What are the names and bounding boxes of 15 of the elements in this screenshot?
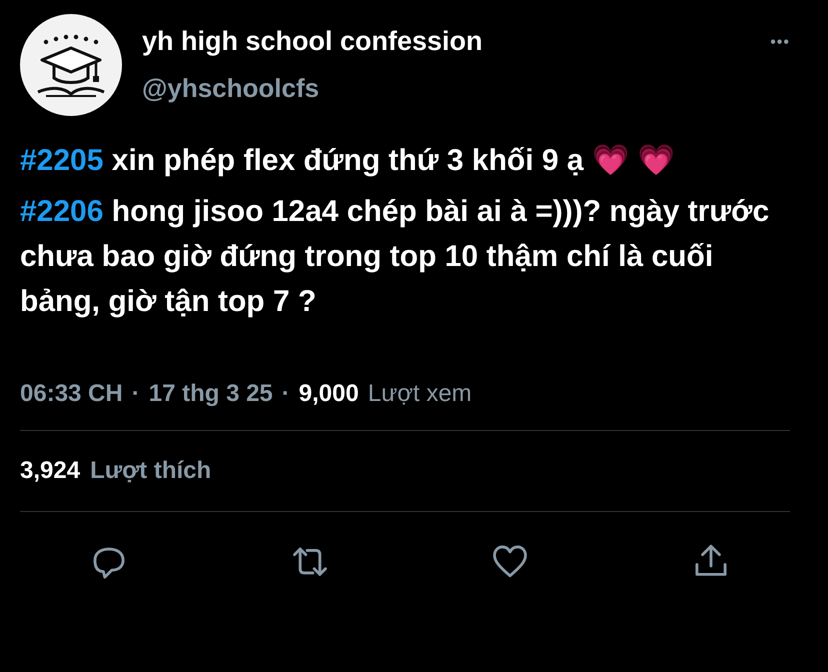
- more-menu-button[interactable]: •••: [770, 34, 790, 52]
- account-name[interactable]: yh high school confession: [142, 26, 750, 57]
- hashtag-link[interactable]: #2205: [20, 144, 104, 177]
- like-count[interactable]: 3,924: [20, 457, 80, 485]
- hashtag-link[interactable]: #2206: [20, 195, 104, 228]
- likes-label[interactable]: Lượt thích: [90, 457, 212, 485]
- view-count: 9,000: [298, 380, 359, 408]
- separator-dot: ·: [132, 380, 140, 408]
- separator-dot: ·: [282, 380, 290, 408]
- post-text: #2205 xin phép flex đứng thứ 3 khối 9 ạ 💗 💗: [20, 143, 676, 179]
- views-label: Lượt xem: [368, 380, 472, 408]
- post-date: 17 thg 3 25: [148, 380, 273, 408]
- account-handle[interactable]: @yhschoolcfs: [142, 73, 750, 104]
- post-time: 06:33 CH: [20, 380, 123, 408]
- post-text: #2206 hong jisoo 12a4 chép bài ai à =)))? ngày trước chưa bao giờ đứng trong top 10 thậm chí là cuối bảng, giờ tận top 7 ?: [20, 194, 770, 320]
